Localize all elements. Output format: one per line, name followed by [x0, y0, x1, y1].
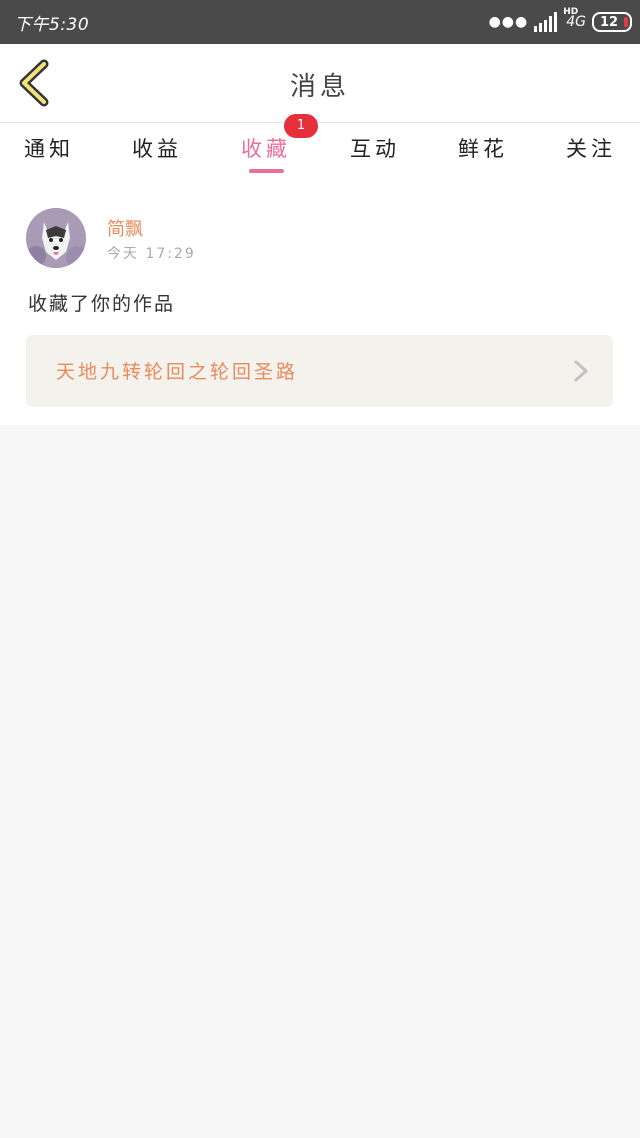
- signal-icon: HD: [534, 7, 578, 32]
- tab-flowers[interactable]: 鲜花: [448, 133, 518, 163]
- work-title: 天地九转轮回之轮回圣路: [56, 361, 299, 383]
- status-bar: 下午5:30 ●●● HD 4G 12: [0, 0, 640, 44]
- hd-label: HD: [563, 7, 579, 17]
- page-title: 消息: [289, 72, 350, 102]
- battery-icon: 12: [592, 12, 632, 32]
- active-tab-indicator: [249, 169, 284, 173]
- chevron-right-icon: [574, 360, 588, 382]
- avatar[interactable]: [26, 208, 86, 268]
- header: 消息: [0, 44, 640, 123]
- tab-badge: 1: [284, 114, 318, 138]
- tab-interactions[interactable]: 互动: [340, 133, 410, 163]
- more-dots-icon: ●●●: [488, 14, 529, 30]
- notification-message: 收藏了你的作品: [28, 293, 176, 315]
- username[interactable]: 简飘: [107, 215, 143, 241]
- tab-following[interactable]: 关注: [556, 133, 626, 163]
- battery-level: 12: [599, 14, 619, 30]
- dog-avatar-image: [26, 208, 86, 268]
- tab-notifications[interactable]: 通知: [14, 133, 84, 163]
- work-link-card[interactable]: 天地九转轮回之轮回圣路: [26, 335, 613, 407]
- status-icons: ●●● HD 4G 12: [488, 7, 632, 34]
- tab-favorites[interactable]: 收藏: [231, 133, 301, 163]
- tab-bar: 通知 收益 收藏 1 互动 鲜花 关注: [0, 114, 640, 183]
- timestamp: 今天 17:29: [107, 246, 196, 262]
- status-time: 下午5:30: [14, 15, 90, 35]
- notification-item: 简飘 今天 17:29 收藏了你的作品 天地九转轮回之轮回圣路: [0, 183, 640, 425]
- tab-earnings[interactable]: 收益: [122, 133, 192, 163]
